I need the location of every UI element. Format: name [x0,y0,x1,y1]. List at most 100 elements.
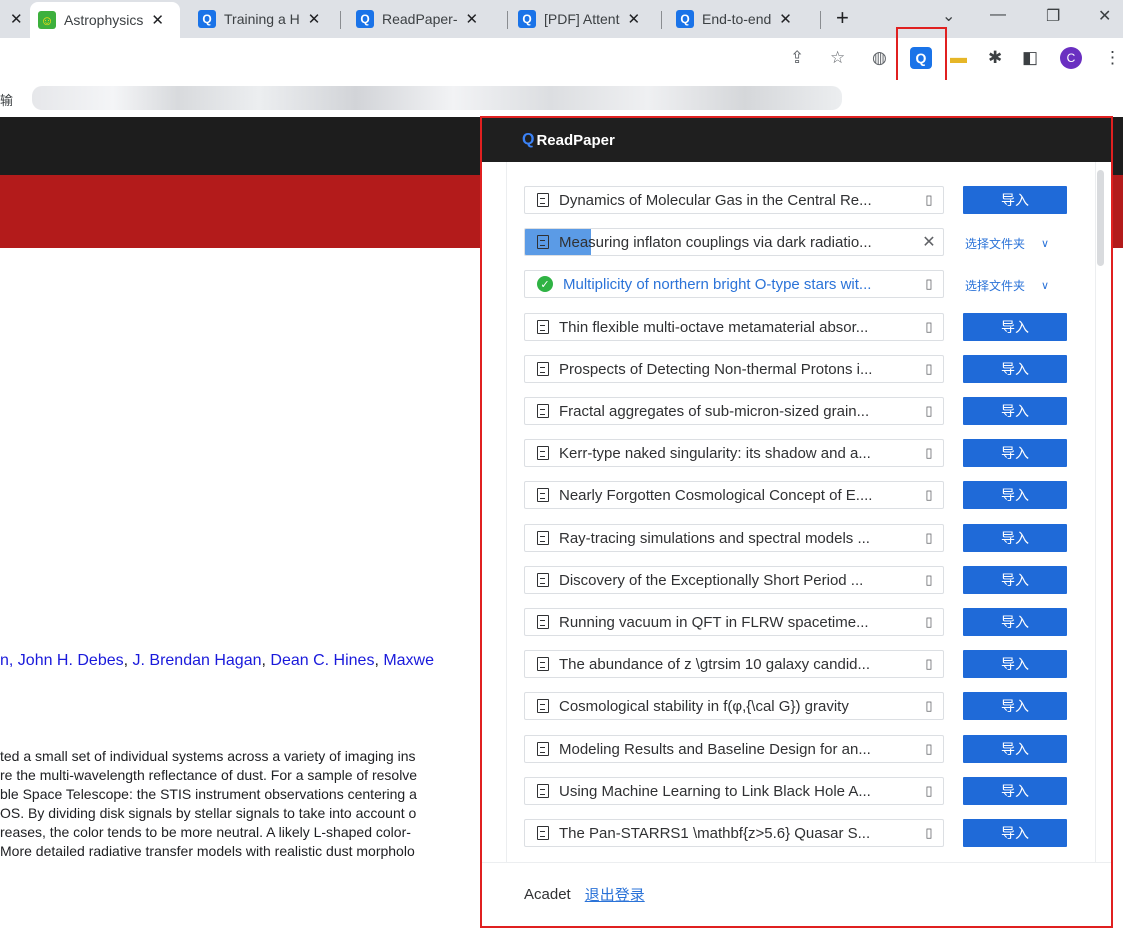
delete-icon[interactable]: ▯ [915,319,943,335]
paper-file-box: Dynamics of Molecular Gas in the Central… [524,186,944,214]
import-button[interactable]: 导入 [963,819,1067,847]
close-icon[interactable]: ✕ [779,10,792,28]
delete-icon[interactable]: ▯ [915,445,943,461]
author-link[interactable]: Maxwe [383,652,434,669]
folder-select[interactable]: 选择文件夹 ∨ [965,232,1049,254]
paper-title: Fractal aggregates of sub-micron-sized g… [559,402,870,420]
tab-astrophysics[interactable]: ☺ Astrophysics ✕ [30,2,180,38]
paper-file-box: Ray-tracing simulations and spectral mod… [524,524,944,552]
author-link[interactable]: n, John H. Debes [0,652,124,669]
close-icon[interactable]: ✕ [627,10,640,28]
username: Acadet [524,886,571,903]
tab-partial[interactable]: ✕ [0,4,31,34]
import-button[interactable]: 导入 [963,735,1067,763]
author-separator: , [123,652,133,669]
tab-divider [507,11,508,29]
abstract-line: ted a small set of individual systems ac… [0,748,416,764]
paper-file-box: Using Machine Learning to Link Black Hol… [524,777,944,805]
readpaper-favicon-icon: Q [676,10,694,28]
astrophysics-favicon-icon: ☺ [38,11,56,29]
close-icon[interactable]: ✕ [10,10,23,28]
pdf-file-icon [537,826,549,840]
delete-icon[interactable]: ▯ [915,572,943,588]
pdf-file-icon [537,235,549,249]
import-button[interactable]: 导入 [963,186,1067,214]
scrollbar-thumb[interactable] [1097,170,1104,266]
import-button[interactable]: 导入 [963,439,1067,467]
delete-icon[interactable]: ▯ [915,783,943,799]
delete-icon[interactable]: ▯ [915,656,943,672]
logout-link[interactable]: 退出登录 [585,884,645,905]
new-tab-button[interactable]: + [836,5,849,31]
paper-file-box: Nearly Forgotten Cosmological Concept of… [524,481,944,509]
annotation-highlight-box [896,27,947,85]
import-button[interactable]: 导入 [963,481,1067,509]
extensions-puzzle-icon[interactable]: ✱ [988,48,1002,68]
paper-file-box: Prospects of Detecting Non-thermal Proto… [524,355,944,383]
import-button[interactable]: 导入 [963,692,1067,720]
delete-icon[interactable]: ▯ [915,614,943,630]
delete-icon[interactable]: ▯ [915,487,943,503]
folder-select[interactable]: 选择文件夹 ∨ [965,274,1049,296]
paper-title: Using Machine Learning to Link Black Hol… [559,782,871,800]
tab-divider [661,11,662,29]
delete-icon[interactable]: ▯ [915,403,943,419]
minimize-button[interactable]: — [990,6,1006,24]
delete-icon[interactable]: ▯ [915,741,943,757]
paper-file-box: Modeling Results and Baseline Design for… [524,735,944,763]
delete-icon[interactable]: ▯ [915,530,943,546]
import-button[interactable]: 导入 [963,566,1067,594]
import-button[interactable]: 导入 [963,777,1067,805]
pdf-file-icon [537,615,549,629]
bookmark-star-icon[interactable]: ☆ [830,48,845,68]
tab-readpaper[interactable]: Q ReadPaper- ✕ [348,4,506,34]
tab-label: Training a H [224,11,300,27]
import-button[interactable]: 导入 [963,650,1067,678]
import-button[interactable]: 导入 [963,397,1067,425]
paper-file-box: ✓ Multiplicity of northern bright O-type … [524,270,944,298]
paper-title: Prospects of Detecting Non-thermal Proto… [559,360,873,378]
paper-file-box: Cosmological stability in f(φ,{\cal G}) … [524,692,944,720]
delete-icon[interactable]: ▯ [915,698,943,714]
close-icon[interactable]: ✕ [151,11,164,29]
paper-file-box: Running vacuum in QFT in FLRW spacetime.… [524,608,944,636]
close-icon[interactable]: ✕ [308,10,321,28]
pdf-file-icon [537,699,549,713]
pdf-file-icon [537,573,549,587]
side-panel-icon[interactable]: ◧ [1022,48,1038,68]
import-button[interactable]: 导入 [963,608,1067,636]
delete-icon[interactable]: ▯ [915,276,943,292]
paper-file-box: Thin flexible multi-octave metamaterial … [524,313,944,341]
import-button[interactable]: 导入 [963,524,1067,552]
chevron-down-icon: ∨ [1041,237,1050,250]
close-icon[interactable]: ✕ [466,10,479,28]
profile-avatar[interactable]: C [1060,47,1082,69]
tab-end-to-end[interactable]: Q End-to-end ✕ [668,4,818,34]
delete-icon[interactable]: ▯ [915,361,943,377]
delete-icon[interactable]: ▯ [915,825,943,841]
bookmark-label[interactable]: 输 [0,90,13,109]
readpaper-favicon-icon: Q [518,10,536,28]
more-menu-icon[interactable]: ⋮ [1104,48,1121,68]
restore-button[interactable]: ❐ [1046,6,1060,26]
tab-pdf-attention[interactable]: Q [PDF] Attent ✕ [510,4,660,34]
pdf-file-icon [537,657,549,671]
tab-search-icon[interactable]: ⌄ [942,6,955,26]
folder-extension-icon[interactable]: ▬ [950,48,967,68]
share-icon[interactable]: ⇪ [790,48,804,68]
window-close-button[interactable]: ✕ [1098,6,1111,26]
folder-select-label: 选择文件夹 [965,278,1026,293]
paper-title: Discovery of the Exceptionally Short Per… [559,571,864,589]
tab-training[interactable]: Q Training a H ✕ [190,4,335,34]
import-button[interactable]: 导入 [963,313,1067,341]
paper-title: The Pan-STARRS1 \mathbf{z>5.6} Quasar S.… [559,824,871,842]
cancel-upload-icon[interactable]: ✕ [915,232,943,252]
author-link[interactable]: Dean C. Hines [270,652,374,669]
import-button[interactable]: 导入 [963,355,1067,383]
abstract-line: More detailed radiative transfer models … [0,843,415,859]
pdf-file-icon [537,404,549,418]
paper-file-box: The abundance of z \gtrsim 10 galaxy can… [524,650,944,678]
delete-icon[interactable]: ▯ [915,192,943,208]
author-link[interactable]: J. Brendan Hagan [133,652,262,669]
globe-extension-icon[interactable]: ◍ [872,48,887,68]
